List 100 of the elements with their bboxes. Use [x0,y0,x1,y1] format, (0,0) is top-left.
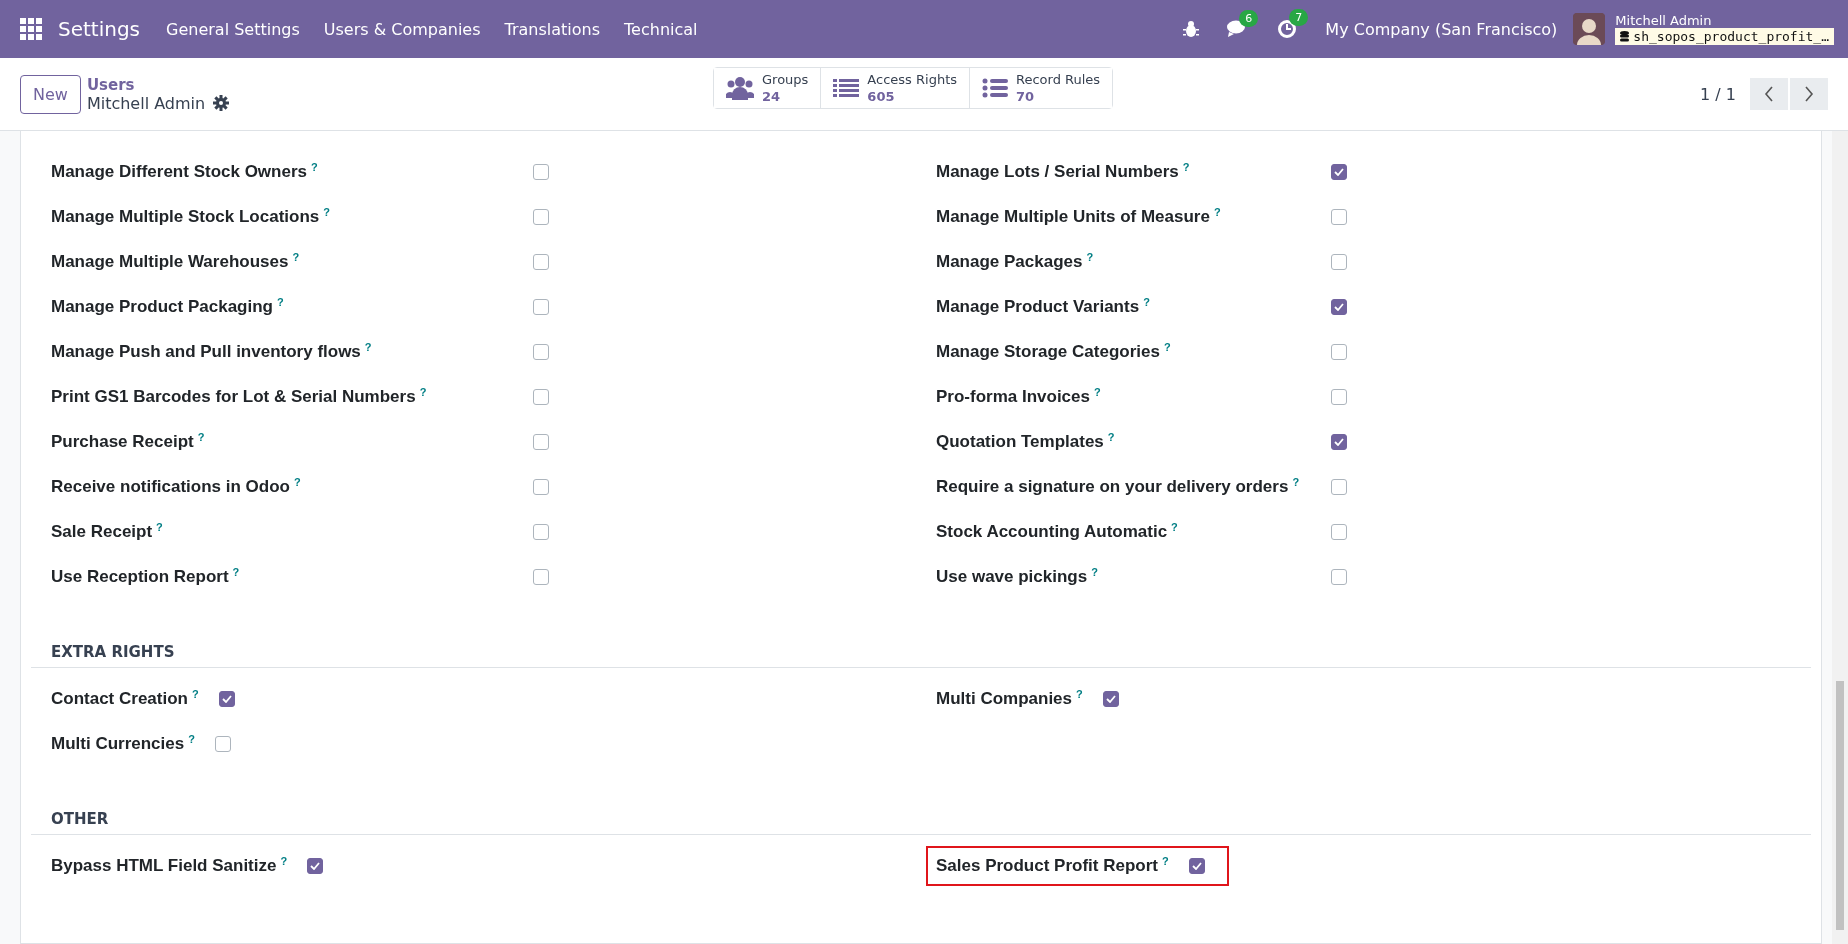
checkmark-icon [1191,861,1202,870]
help-tooltip-mark[interactable]: ? [294,475,301,488]
help-tooltip-mark[interactable]: ? [232,565,240,578]
new-button[interactable]: New [20,74,81,114]
stat-button[interactable]: Groups 24 [714,68,822,108]
checkbox[interactable] [533,253,549,270]
bug-icon[interactable] [1183,20,1200,38]
setting-label: Contact Creation $^{?}$ [51,688,199,709]
clock-icon[interactable] [1277,19,1298,39]
checkbox[interactable] [1331,253,1347,270]
help-tooltip-mark[interactable]: ? [1094,385,1101,398]
gear-icon[interactable] [213,95,230,111]
setting-label: Manage Different Stock Owners $^{?}$ [51,161,319,182]
checkmark-icon [1334,167,1344,176]
checkbox[interactable] [533,343,549,360]
setting-label: Quotation Templates $^{?}$ [936,431,1116,452]
help-tooltip-mark[interactable]: ? [197,430,205,443]
help-tooltip-mark[interactable]: ? [1091,565,1098,578]
help-tooltip-mark[interactable]: ? [292,250,300,263]
setting-label: Purchase Receipt $^{?}$ [51,431,206,452]
company-switcher[interactable]: My Company (San Francisco) [1325,19,1558,39]
checkbox[interactable] [1331,208,1347,225]
setting-label: Sale Receipt $^{?}$ [51,521,164,542]
section-title: OTHER [31,810,1811,835]
checkbox[interactable] [1331,568,1347,585]
scrollbar[interactable] [1832,131,1848,944]
help-tooltip-mark[interactable]: ? [419,385,427,398]
help-tooltip-mark[interactable]: ? [1292,475,1300,488]
help-tooltip-mark[interactable]: ? [364,340,372,353]
help-tooltip-mark[interactable]: ? [277,295,284,308]
help-tooltip-mark[interactable]: ? [1163,340,1171,353]
previous-button[interactable] [1750,78,1788,110]
setting-label: Sales Product Profit Report $^{?}$ [936,855,1169,876]
setting-label: Print GS1 Barcodes for Lot & Serial Numbers $^{?}$ [51,386,428,407]
help-tooltip-mark[interactable]: ? [1076,687,1083,700]
menu-item[interactable]: Technical [624,19,698,39]
checkbox[interactable] [533,388,549,405]
user-name[interactable]: Mitchell Admin [1615,13,1834,28]
checkmark-icon [221,694,232,703]
checkbox[interactable] [1331,298,1347,315]
checkmark-icon [1334,302,1344,311]
chevron-left-icon [1764,86,1774,102]
help-tooltip-mark[interactable]: ? [156,520,163,533]
checkbox[interactable] [533,208,549,225]
notification-badge: 6 [1239,10,1259,27]
help-tooltip-mark[interactable]: ? [1107,430,1115,443]
checkbox[interactable] [214,735,231,752]
pager-value[interactable]: 1 / 1 [1700,84,1736,104]
database-icon [1620,31,1630,42]
checkbox[interactable] [1331,388,1347,405]
setting-label: Manage Product Packaging $^{?}$ [51,296,285,317]
help-tooltip-mark[interactable]: ? [280,854,288,867]
setting-label: Manage Multiple Stock Locations $^{?}$ [51,206,331,227]
checkbox[interactable] [1331,343,1347,360]
checkbox[interactable] [1331,478,1347,495]
help-tooltip-mark[interactable]: ? [1182,160,1190,173]
checkbox[interactable] [307,857,324,874]
checkbox[interactable] [1102,690,1119,707]
setting-label: Manage Lots / Serial Numbers $^{?}$ [936,161,1191,182]
setting-label: Multi Companies $^{?}$ [936,688,1083,709]
checkbox[interactable] [533,298,549,315]
help-tooltip-mark[interactable]: ? [1162,854,1169,867]
checkbox[interactable] [1331,163,1347,180]
checkbox[interactable] [533,478,549,495]
menu-item[interactable]: Translations [504,19,601,39]
checkbox[interactable] [1331,523,1347,540]
help-tooltip-mark[interactable]: ? [188,732,195,745]
section-title: EXTRA RIGHTS [31,643,1811,668]
app-name[interactable]: Settings [58,17,141,41]
breadcrumb-link[interactable]: Users [86,75,230,94]
menu-item[interactable]: Users & Companies [323,19,481,39]
checkbox[interactable] [533,523,549,540]
database-name: sh_sopos_product_profit_… [1615,28,1834,45]
chevron-right-icon [1804,86,1814,102]
setting-label: Multi Currencies $^{?}$ [51,733,195,754]
users-icon [726,76,754,100]
setting-label: Use Reception Report $^{?}$ [51,566,241,587]
help-tooltip-mark[interactable]: ? [1143,295,1150,308]
help-tooltip-mark[interactable]: ? [1086,250,1094,263]
help-tooltip-mark[interactable]: ? [311,160,318,173]
menu-item[interactable]: General Settings [166,19,300,39]
checkbox[interactable] [1188,857,1205,874]
setting-label: Require a signature on your delivery orders $^{?}$ [936,476,1301,497]
help-tooltip-mark[interactable]: ? [1213,205,1221,218]
app-grid-icon[interactable] [20,18,42,40]
checkbox[interactable] [533,433,549,450]
avatar[interactable] [1573,13,1606,45]
notification-badge: 7 [1289,9,1309,26]
setting-label: Stock Accounting Automatic $^{?}$ [936,521,1179,542]
checkbox[interactable] [533,163,549,180]
help-tooltip-mark[interactable]: ? [1171,520,1178,533]
next-button[interactable] [1790,78,1828,110]
setting-label: Manage Multiple Warehouses $^{?}$ [51,251,301,272]
checkbox[interactable] [1331,433,1347,450]
help-tooltip-mark[interactable]: ? [323,205,330,218]
record-name: Mitchell Admin [86,93,206,113]
checkbox[interactable] [533,568,549,585]
help-tooltip-mark[interactable]: ? [191,687,199,700]
checkbox[interactable] [218,690,235,707]
checkmark-icon [1334,437,1344,446]
